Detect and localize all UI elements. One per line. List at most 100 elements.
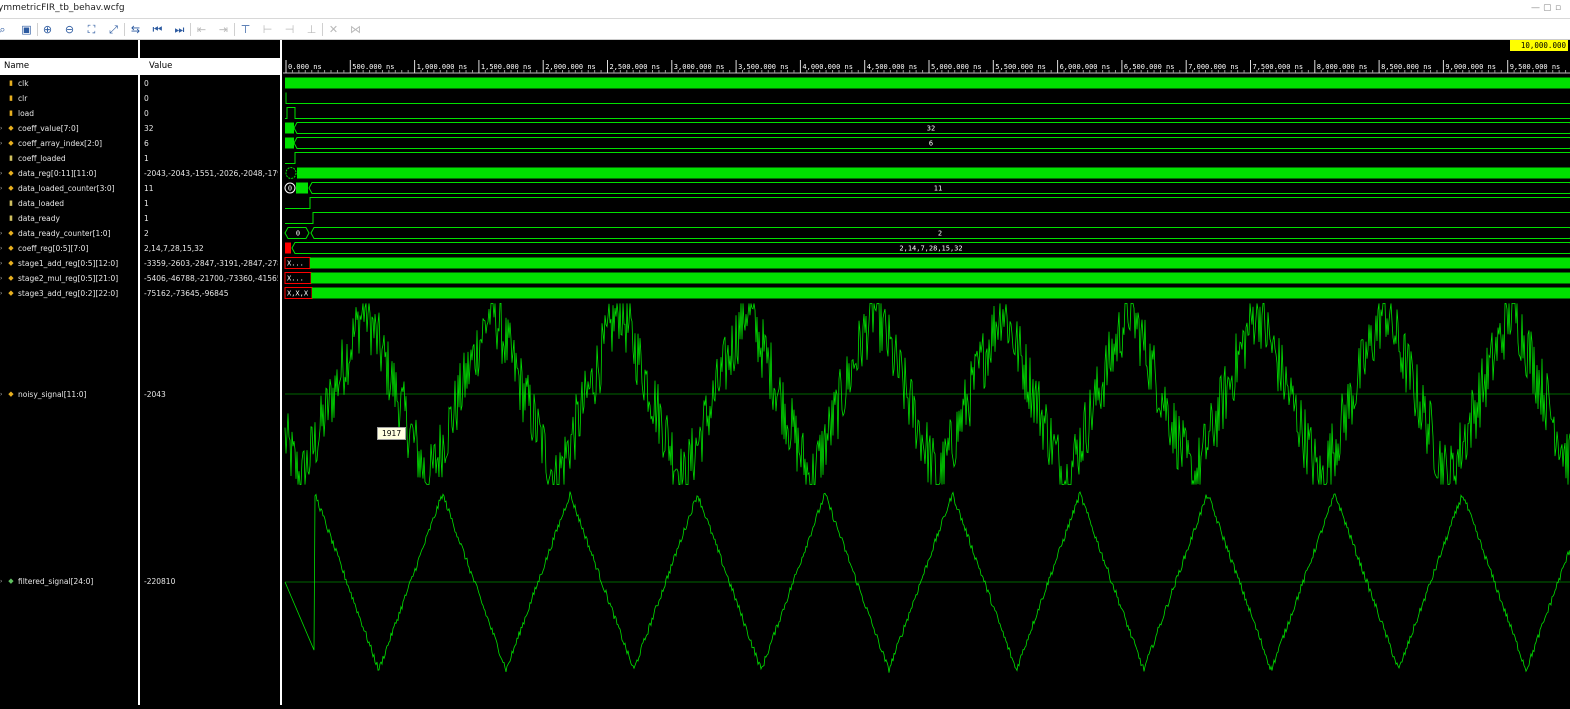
expand-chevron-icon[interactable]: › — [0, 226, 2, 241]
swap-cursors-icon[interactable]: ⇆ — [127, 21, 144, 38]
signal-row[interactable]: › ◆ coeff_array_index[2:0] — [0, 136, 138, 151]
ruler-label: 8,500.000 ns — [1381, 63, 1432, 71]
analog-signal-icon: ◆ — [8, 390, 14, 398]
signal-value: 0 — [144, 94, 149, 103]
toolbar-separator — [234, 23, 235, 36]
zoom-to-cursor-icon[interactable]: ⤢ — [105, 21, 122, 38]
zoom-in-icon[interactable]: ⊕ — [39, 21, 56, 38]
ruler-label: 4,500.000 ns — [867, 63, 918, 71]
cursor-time-label[interactable]: 10,000.000 ns — [1510, 40, 1568, 61]
coeff-array-index-transitions — [285, 137, 294, 149]
window-title: ymmetricFIR_tb_behav.wcfg — [0, 3, 125, 13]
toolbar-separator — [124, 23, 125, 36]
ruler-label: 2,500.000 ns — [610, 63, 661, 71]
expand-chevron-icon[interactable]: › — [0, 256, 2, 271]
next-marker-icon[interactable]: ⊣ — [281, 21, 298, 38]
expand-chevron-icon[interactable]: › — [0, 181, 2, 196]
waveform-viewer[interactable]: 0.000 ns 500.000 ns 1,000.000 ns 1,500.000 … — [283, 40, 1570, 705]
save-icon[interactable]: ▣ — [18, 21, 35, 38]
signal-row[interactable]: › ◆ stage3_add_reg[0:2][22:0] — [0, 286, 138, 301]
signal-value: -220810 — [144, 577, 176, 586]
waveform-canvas[interactable]: 0.000 ns 500.000 ns 1,000.000 ns 1,500.000 … — [283, 40, 1570, 705]
signal-row[interactable]: › ◆ coeff_value[7:0] — [0, 121, 138, 136]
signal-row[interactable]: › ◆ data_reg[0:11][11:0] — [0, 166, 138, 181]
data-ready-counter-init-label: 0 — [296, 230, 300, 238]
signal-row[interactable]: › ◆ data_loaded_counter[3:0] — [0, 181, 138, 196]
signal-value: 32 — [144, 124, 154, 133]
delete-marker-icon[interactable]: ✕ — [325, 21, 342, 38]
signal-value: 11 — [144, 184, 154, 193]
signal-row[interactable]: › ◆ coeff_reg[0:5][7:0] — [0, 241, 138, 256]
minimize-icon[interactable]: — — [1531, 3, 1540, 13]
zoom-out-icon[interactable]: ⊖ — [61, 21, 78, 38]
bus-signal-icon: ◆ — [8, 139, 14, 147]
signal-name: coeff_reg[0:5][7:0] — [18, 244, 89, 253]
signal-row[interactable]: ▮ data_loaded — [0, 196, 138, 211]
bit-signal-icon: ▮ — [9, 154, 13, 162]
previous-marker-icon[interactable]: ⊢ — [259, 21, 276, 38]
signal-row[interactable]: › ◆ stage2_mul_reg[0:5][21:0] — [0, 271, 138, 286]
data-ready-wave — [285, 212, 1570, 224]
name-value-splitter[interactable] — [138, 40, 140, 705]
signal-name: noisy_signal[11:0] — [18, 390, 87, 399]
expand-chevron-icon[interactable]: › — [0, 166, 2, 181]
expand-chevron-icon[interactable]: › — [0, 121, 2, 136]
signal-row[interactable]: ▮ data_ready — [0, 211, 138, 226]
signal-name: stage1_add_reg[0:5][12:0] — [18, 259, 119, 268]
signal-name: data_loaded — [18, 199, 65, 208]
coeff-value-transitions — [285, 122, 294, 134]
next-transition-icon[interactable]: ⇥ — [215, 21, 232, 38]
expand-chevron-icon[interactable]: › — [0, 241, 2, 256]
bit-signal-icon: ▮ — [9, 94, 13, 102]
ruler-label: 3,500.000 ns — [738, 63, 789, 71]
zoom-fit-icon[interactable]: ⛶ — [83, 21, 100, 38]
signal-value: 0 — [144, 109, 149, 118]
ruler-label: 4,000.000 ns — [802, 63, 853, 71]
bus-signal-icon: ◆ — [8, 289, 14, 297]
ruler-label: 7,000.000 ns — [1188, 63, 1239, 71]
signal-row[interactable]: ▮ clr — [0, 91, 138, 106]
signal-value: 6 — [144, 139, 149, 148]
signal-value-list: 0 0 0 32 6 1 -2043,-2043,-1551,-2026,-2048,-17… — [140, 75, 280, 705]
signal-value: -5406,-46788,-21700,-73360,-41565,-68 — [144, 274, 278, 283]
signal-row[interactable]: › ◆ stage1_add_reg[0:5][12:0] — [0, 256, 138, 271]
signal-name: data_loaded_counter[3:0] — [18, 184, 115, 193]
expand-chevron-icon[interactable]: › — [0, 574, 2, 589]
signal-row[interactable]: ▮ coeff_loaded — [0, 151, 138, 166]
previous-transition-icon[interactable]: ⇤ — [193, 21, 210, 38]
toolbar-separator — [37, 23, 38, 36]
signal-row[interactable]: ▮ load — [0, 106, 138, 121]
add-marker-icon[interactable]: ⊤ — [237, 21, 254, 38]
data-ready-counter-label: 2 — [938, 230, 942, 238]
signal-row[interactable]: › ◆ data_ready_counter[1:0] — [0, 226, 138, 241]
expand-chevron-icon[interactable]: › — [0, 387, 2, 402]
signal-name: coeff_value[7:0] — [18, 124, 79, 133]
go-to-end-icon[interactable]: ⏭ — [171, 21, 188, 38]
go-to-start-icon[interactable]: ⏮ — [149, 21, 166, 38]
signal-row[interactable]: › ◆ noisy_signal[11:0] — [0, 387, 138, 402]
value-wave-splitter[interactable] — [280, 40, 282, 705]
value-column-header[interactable]: Value — [140, 58, 280, 75]
toolbar-separator — [322, 23, 323, 36]
toolbar-separator — [190, 23, 191, 36]
bit-signal-icon: ▮ — [9, 79, 13, 87]
data-loaded-wave — [285, 197, 1570, 209]
coeff-array-index-label: 6 — [929, 140, 933, 148]
window-titlebar: ymmetricFIR_tb_behav.wcfg — ▢ ▫ — [0, 0, 1570, 19]
maximize-icon[interactable]: ▫ — [1555, 3, 1561, 13]
snap-icon[interactable]: ⋈ — [347, 21, 364, 38]
expand-chevron-icon[interactable]: › — [0, 136, 2, 151]
signal-row[interactable]: › ◆ filtered_signal[24:0] — [0, 574, 138, 589]
expand-chevron-icon[interactable]: › — [0, 271, 2, 286]
signal-row[interactable]: ▮ clk — [0, 76, 138, 91]
name-column-header[interactable]: Name — [0, 58, 138, 75]
ruler-label: 1,000.000 ns — [417, 63, 468, 71]
ruler-label: 8,000.000 ns — [1317, 63, 1368, 71]
search-icon[interactable]: ⌕ — [0, 21, 11, 38]
restore-icon[interactable]: ▢ — [1543, 3, 1552, 13]
signal-name: data_ready — [18, 214, 60, 223]
data-reg-bus — [297, 167, 1570, 179]
swap-markers-icon[interactable]: ⊥ — [303, 21, 320, 38]
ruler-label: 9,500.000 ns — [1510, 63, 1561, 71]
expand-chevron-icon[interactable]: › — [0, 286, 2, 301]
